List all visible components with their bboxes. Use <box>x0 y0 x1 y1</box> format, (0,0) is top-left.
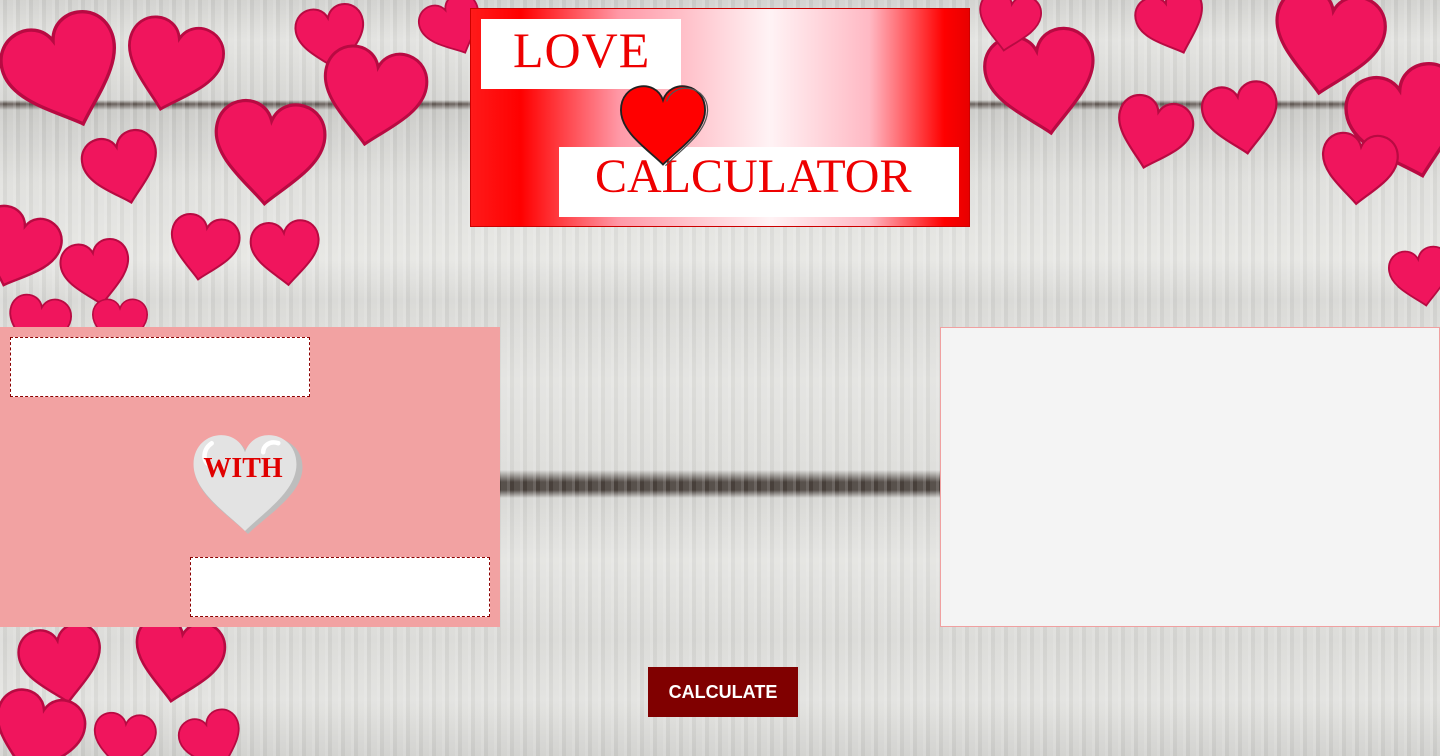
names-panel: WITH <box>0 327 500 627</box>
heart-icon <box>620 85 709 167</box>
with-label: WITH <box>203 453 283 484</box>
calculate-button[interactable]: CALCULATE <box>648 667 798 717</box>
second-name-input[interactable] <box>190 557 490 617</box>
first-name-input[interactable] <box>10 337 310 397</box>
logo-title-love: LOVE <box>513 22 651 78</box>
love-calculator-logo: LOVE CALCULATOR <box>470 8 970 227</box>
result-panel <box>940 327 1440 627</box>
